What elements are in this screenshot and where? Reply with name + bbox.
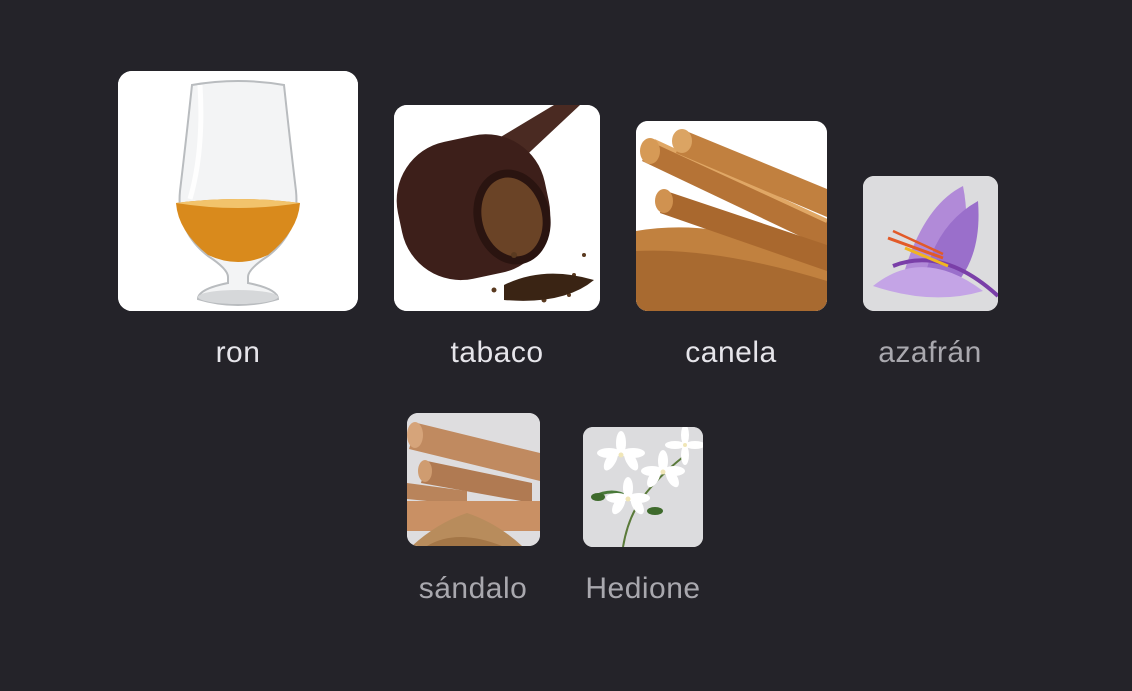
rum-glass-icon: [118, 71, 358, 311]
tobacco-pipe-icon: [394, 105, 600, 311]
note-label: ron: [215, 336, 261, 369]
note-label: tabaco: [450, 336, 544, 369]
cinnamon-icon: [636, 121, 827, 311]
note-label: Hedione: [585, 572, 701, 605]
saffron-flower-icon: [863, 176, 998, 311]
jasmine-icon: [583, 427, 703, 547]
note-label: azafrán: [878, 336, 982, 369]
sandalwood-icon: [407, 413, 540, 546]
